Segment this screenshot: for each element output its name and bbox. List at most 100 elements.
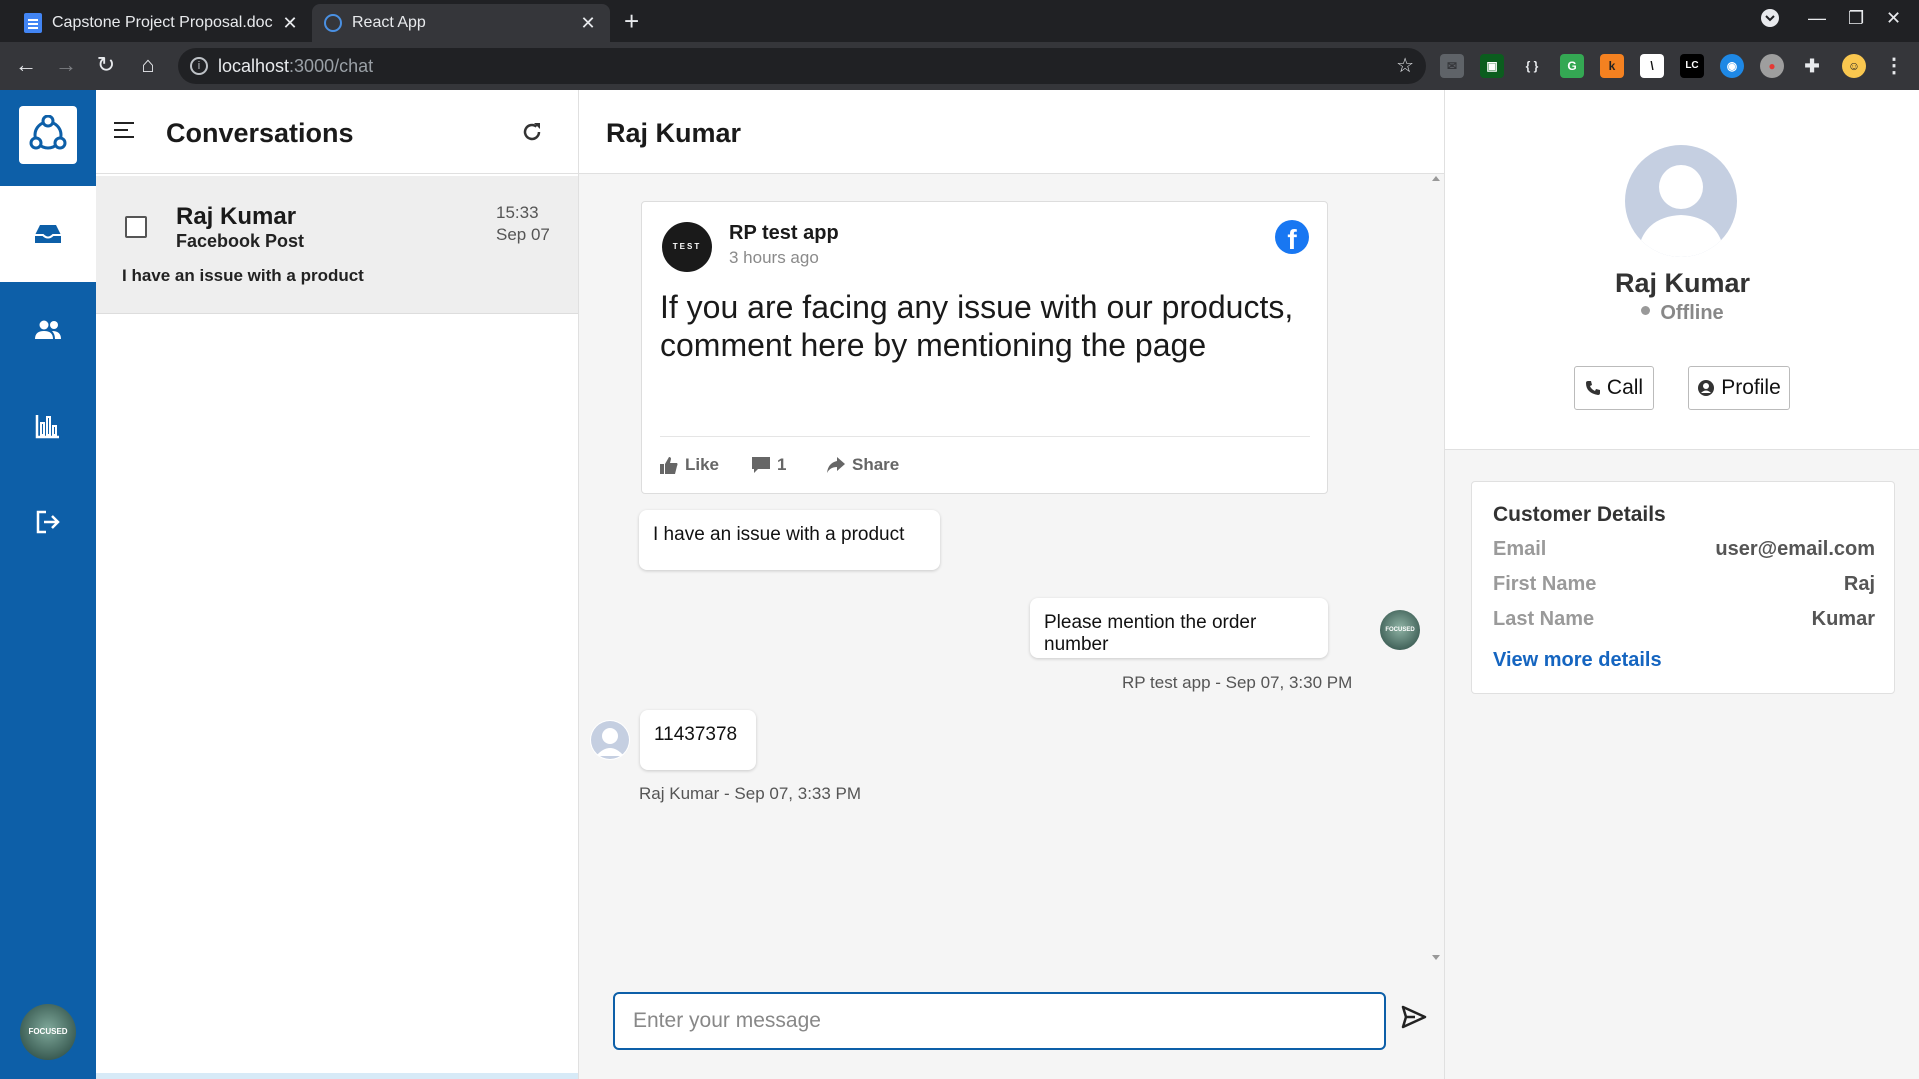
tab-title: React App bbox=[352, 14, 426, 31]
tab-title: Capstone Project Proposal.doc bbox=[52, 14, 273, 31]
home-icon[interactable]: ⌂ bbox=[134, 52, 162, 78]
new-tab-icon[interactable]: + bbox=[624, 6, 639, 37]
conversation-preview: I have an issue with a product bbox=[122, 266, 364, 285]
close-window-icon[interactable]: ✕ bbox=[1886, 8, 1901, 29]
nav-inbox[interactable] bbox=[0, 186, 96, 282]
url-host: localhost bbox=[218, 56, 290, 76]
contact-avatar bbox=[1625, 145, 1737, 257]
chat-header: Raj Kumar bbox=[579, 90, 1444, 174]
detail-label: First Name bbox=[1493, 573, 1597, 595]
refresh-icon[interactable] bbox=[520, 120, 544, 144]
browser-toolbar: ← → ↻ ⌂ i localhost:3000/chat ☆ ✉ ▣ { } … bbox=[0, 42, 1919, 90]
like-label: Like bbox=[685, 455, 720, 474]
conversations-panel: Conversations Raj Kumar Facebook Post 15… bbox=[96, 90, 579, 1079]
customer-avatar bbox=[590, 720, 630, 760]
app-logo bbox=[19, 106, 77, 164]
conversations-footer-bar bbox=[96, 1073, 578, 1079]
close-tab-icon[interactable]: ✕ bbox=[280, 13, 300, 34]
contact-status: Offline bbox=[1445, 302, 1919, 325]
contacts-icon bbox=[35, 320, 61, 339]
react-app-favicon bbox=[324, 14, 342, 32]
call-button[interactable]: Call bbox=[1574, 366, 1654, 410]
phone-icon bbox=[1585, 381, 1600, 395]
post-time: 3 hours ago bbox=[729, 248, 819, 267]
conversation-time: 15:33 bbox=[496, 203, 539, 222]
extension-slash-icon[interactable]: \ bbox=[1640, 54, 1664, 78]
profile-summary: Raj Kumar Offline Call Profile bbox=[1445, 90, 1919, 450]
menu-icon[interactable] bbox=[114, 122, 134, 143]
chat-panel: Raj Kumar TEST RP test app 3 hours ago f… bbox=[579, 90, 1444, 1079]
extension-green-icon[interactable]: ▣ bbox=[1480, 54, 1504, 78]
view-more-details-link[interactable]: View more details bbox=[1493, 649, 1662, 672]
profile-avatar-icon[interactable]: ☺ bbox=[1842, 54, 1866, 78]
extension-blue-icon[interactable]: ◉ bbox=[1720, 54, 1744, 78]
incoming-message: I have an issue with a product bbox=[639, 510, 940, 570]
post-like-button[interactable]: Like bbox=[660, 455, 719, 475]
site-info-icon[interactable]: i bbox=[190, 57, 208, 75]
outgoing-message: Please mention the order number bbox=[1030, 598, 1328, 658]
extension-lc-icon[interactable]: LC bbox=[1680, 54, 1704, 78]
facebook-post-card: TEST RP test app 3 hours ago f If you ar… bbox=[641, 201, 1328, 494]
comment-icon bbox=[752, 456, 770, 473]
app-sidebar: FOCUSED bbox=[0, 90, 96, 1079]
detail-value: Raj bbox=[1843, 573, 1875, 595]
reports-icon bbox=[35, 415, 59, 439]
detail-value: user@email.com bbox=[1715, 538, 1875, 560]
conversation-date: Sep 07 bbox=[496, 225, 550, 244]
post-comment-button[interactable]: 1 bbox=[752, 455, 786, 475]
contact-name: Raj Kumar bbox=[1614, 268, 1751, 298]
extension-k-icon[interactable]: k bbox=[1600, 54, 1624, 78]
forward-icon[interactable]: → bbox=[52, 52, 80, 78]
close-tab-icon[interactable]: ✕ bbox=[578, 13, 598, 34]
nav-contacts[interactable] bbox=[0, 282, 96, 378]
thumbs-up-icon bbox=[660, 456, 678, 474]
extensions-puzzle-icon[interactable]: ✚ bbox=[1800, 54, 1824, 78]
conversation-name: Raj Kumar bbox=[176, 203, 297, 230]
conversation-checkbox[interactable] bbox=[125, 216, 147, 238]
reload-icon[interactable]: ↻ bbox=[92, 52, 120, 78]
extension-mail-icon[interactable]: ✉ bbox=[1440, 54, 1464, 78]
facebook-icon[interactable]: f bbox=[1275, 220, 1309, 254]
message-input[interactable] bbox=[613, 992, 1386, 1050]
bookmark-star-icon[interactable]: ☆ bbox=[1396, 48, 1414, 84]
post-author: RP test app bbox=[729, 222, 839, 244]
address-bar[interactable]: i localhost:3000/chat ☆ bbox=[178, 48, 1426, 84]
nav-logout[interactable] bbox=[0, 474, 96, 570]
conversation-source: Facebook Post bbox=[176, 231, 305, 251]
back-icon[interactable]: ← bbox=[12, 52, 40, 78]
browser-tab-react-app[interactable]: React App ✕ bbox=[312, 4, 610, 42]
send-icon[interactable] bbox=[1401, 1005, 1427, 1029]
incoming-message: 11437378 bbox=[640, 710, 756, 770]
account-circle-icon bbox=[1698, 380, 1715, 396]
post-share-button[interactable]: Share bbox=[827, 455, 899, 475]
profile-button[interactable]: Profile bbox=[1688, 366, 1790, 410]
browser-tab-docs[interactable]: Capstone Project Proposal.doc ✕ bbox=[12, 4, 312, 42]
message-meta: RP test app - Sep 07, 3:30 PM bbox=[1122, 673, 1353, 692]
status-dot bbox=[1641, 306, 1651, 315]
customer-details-title: Customer Details bbox=[1493, 503, 1666, 526]
agent-avatar: FOCUSED bbox=[1380, 610, 1420, 650]
nav-reports[interactable] bbox=[0, 378, 96, 474]
post-author-avatar: TEST bbox=[662, 222, 712, 272]
detail-row-first-name: First Name Raj bbox=[1493, 573, 1875, 596]
post-body: If you are facing any issue with our pro… bbox=[660, 289, 1294, 363]
extension-braces-icon[interactable]: { } bbox=[1520, 54, 1544, 78]
chrome-menu-icon[interactable]: ⋮ bbox=[1882, 54, 1906, 78]
tab-search-icon[interactable] bbox=[1760, 8, 1780, 33]
conversation-item[interactable]: Raj Kumar Facebook Post 15:33 Sep 07 I h… bbox=[96, 176, 578, 314]
status-label: Offline bbox=[1660, 302, 1724, 324]
restore-icon[interactable]: ❐ bbox=[1848, 8, 1864, 29]
detail-label: Last Name bbox=[1493, 608, 1595, 630]
comment-count: 1 bbox=[777, 455, 787, 474]
user-avatar[interactable]: FOCUSED bbox=[20, 1004, 76, 1060]
conversations-title: Conversations bbox=[166, 118, 354, 148]
call-label: Call bbox=[1606, 376, 1644, 399]
chat-scrollbar[interactable] bbox=[1428, 174, 1444, 964]
message-meta: Raj Kumar - Sep 07, 3:33 PM bbox=[639, 784, 862, 803]
detail-label: Email bbox=[1493, 538, 1547, 560]
minimize-icon[interactable]: — bbox=[1808, 8, 1826, 29]
browser-tab-bar: Capstone Project Proposal.doc ✕ React Ap… bbox=[0, 0, 1919, 42]
url-path: :3000/chat bbox=[289, 56, 374, 76]
extension-gray-icon[interactable]: ● bbox=[1760, 54, 1784, 78]
extension-g-icon[interactable]: G bbox=[1560, 54, 1584, 78]
